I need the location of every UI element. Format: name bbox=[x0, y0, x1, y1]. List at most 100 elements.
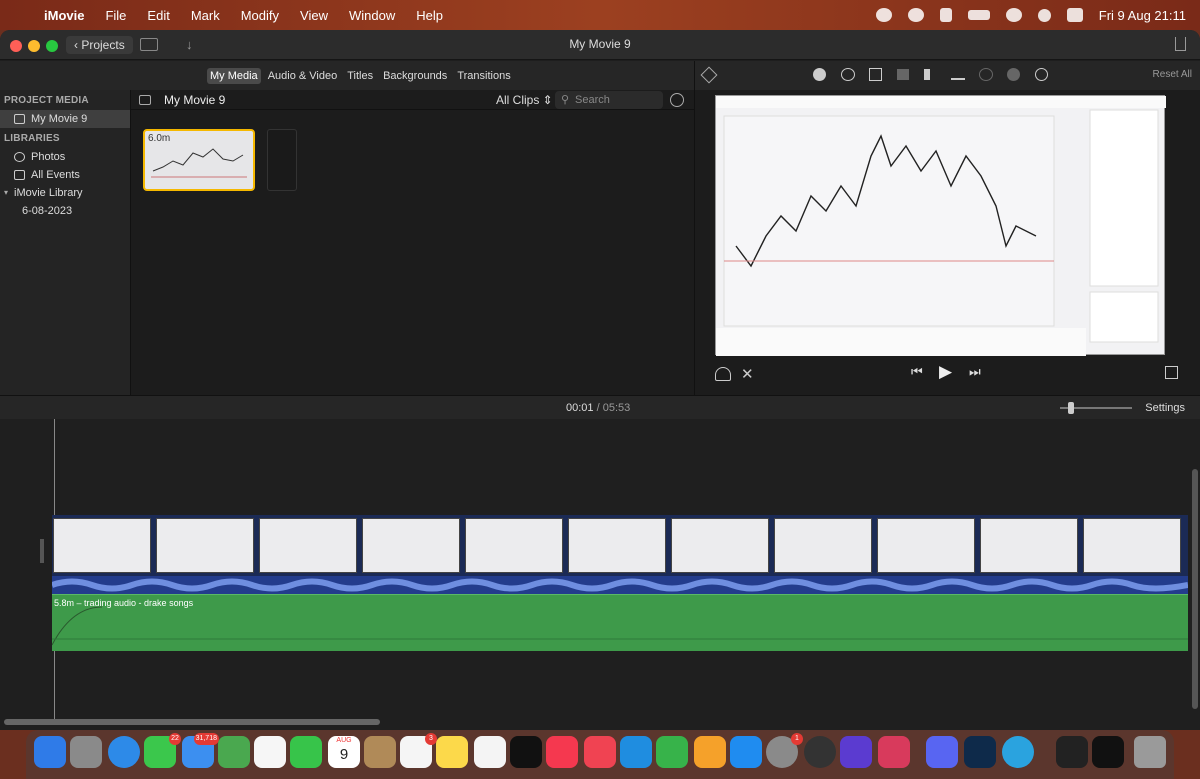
menu-mark[interactable]: Mark bbox=[191, 8, 220, 23]
music-audio-clip[interactable]: 5.8m – trading audio - drake songs bbox=[52, 594, 1188, 651]
wifi-icon[interactable] bbox=[1005, 8, 1022, 22]
media-clip-thumbnail[interactable]: 6.0m bbox=[143, 129, 255, 191]
maps-icon[interactable] bbox=[218, 736, 250, 768]
app-store-icon[interactable] bbox=[730, 736, 762, 768]
zoom-slider[interactable] bbox=[1060, 402, 1132, 414]
apple-tv-icon[interactable] bbox=[510, 736, 542, 768]
calendar-icon[interactable]: AUG 9 bbox=[328, 736, 360, 768]
contacts-icon[interactable] bbox=[364, 736, 396, 768]
info-icon[interactable] bbox=[1035, 68, 1048, 81]
photoshop-icon[interactable] bbox=[964, 736, 996, 768]
stabilization-icon[interactable] bbox=[897, 69, 909, 80]
speed-icon[interactable] bbox=[979, 68, 993, 81]
tab-my-media[interactable]: My Media bbox=[207, 68, 261, 84]
library-sidebar: PROJECT MEDIA My Movie 9 LIBRARIES Photo… bbox=[0, 90, 131, 395]
skip-back-icon[interactable]: ⏮ bbox=[911, 364, 923, 380]
media-clip-thumbnail-2[interactable] bbox=[267, 129, 297, 191]
news-icon[interactable] bbox=[584, 736, 616, 768]
airpods-icon[interactable] bbox=[939, 8, 952, 22]
clips-filter-select[interactable]: All Clips ⇕ bbox=[496, 93, 553, 107]
creative-cloud-icon[interactable] bbox=[907, 8, 924, 22]
menu-modify[interactable]: Modify bbox=[241, 8, 279, 23]
spotlight-icon[interactable] bbox=[1037, 8, 1051, 22]
zoom-slider-thumb[interactable] bbox=[1068, 402, 1074, 414]
freeform-icon[interactable] bbox=[474, 736, 506, 768]
color-correction-icon[interactable] bbox=[841, 68, 855, 81]
noise-reduction-icon[interactable] bbox=[951, 69, 965, 80]
project-media-header: PROJECT MEDIA bbox=[4, 95, 89, 106]
photos-app-icon[interactable] bbox=[254, 736, 286, 768]
reminders-icon[interactable]: 3 bbox=[400, 733, 437, 768]
safari-icon[interactable] bbox=[108, 736, 140, 768]
music-icon[interactable] bbox=[546, 736, 578, 768]
launchpad-icon[interactable] bbox=[70, 736, 102, 768]
control-center-icon[interactable] bbox=[1066, 8, 1083, 22]
tab-titles[interactable]: Titles bbox=[344, 68, 376, 84]
reset-all-button[interactable]: Reset All bbox=[1153, 69, 1192, 80]
menu-edit[interactable]: Edit bbox=[147, 8, 169, 23]
crop-icon[interactable] bbox=[869, 68, 882, 81]
apple-menu-icon[interactable] bbox=[16, 7, 30, 23]
battery-icon[interactable] bbox=[967, 10, 990, 20]
play-icon[interactable]: ▶ bbox=[939, 362, 952, 382]
recent-screenshot-icon[interactable] bbox=[1092, 736, 1124, 768]
horizontal-scrollbar[interactable] bbox=[4, 719, 380, 725]
tab-audio-video[interactable]: Audio & Video bbox=[265, 68, 341, 84]
sidebar-item-event[interactable]: 6-08-2023 bbox=[0, 202, 130, 220]
notes-icon[interactable] bbox=[436, 736, 468, 768]
keynote-icon[interactable] bbox=[620, 736, 652, 768]
imovie-icon[interactable] bbox=[840, 736, 872, 768]
track-handle[interactable] bbox=[40, 539, 44, 563]
pages-icon[interactable] bbox=[694, 736, 726, 768]
menu-app-name[interactable]: iMovie bbox=[44, 8, 84, 23]
menu-help[interactable]: Help bbox=[416, 8, 443, 23]
video-audio-waveform bbox=[52, 576, 1188, 594]
timeline-settings-button[interactable]: Settings bbox=[1145, 402, 1185, 414]
media-toolbar: My Media Audio & Video Titles Background… bbox=[0, 61, 694, 90]
telegram-icon[interactable] bbox=[1002, 736, 1034, 768]
sidebar-item-project[interactable]: My Movie 9 bbox=[0, 110, 130, 128]
messages-icon[interactable]: 22 bbox=[144, 733, 181, 768]
video-track-clip[interactable] bbox=[52, 515, 1188, 576]
video-overlay-icon[interactable] bbox=[1007, 68, 1020, 81]
system-settings-icon[interactable]: 1 bbox=[766, 733, 803, 768]
volume-icon[interactable] bbox=[924, 69, 938, 80]
sidebar-item-library[interactable]: ▾ iMovie Library bbox=[0, 184, 130, 202]
menu-view[interactable]: View bbox=[300, 8, 328, 23]
magic-wand-icon[interactable] bbox=[700, 66, 718, 84]
reject-icon[interactable]: ✕ bbox=[741, 365, 754, 383]
menu-bar: iMovie File Edit Mark Modify View Window… bbox=[0, 0, 1200, 30]
video-frame-thumbnail bbox=[259, 518, 357, 573]
favorite-heart-icon[interactable] bbox=[715, 367, 731, 381]
facetime-icon[interactable] bbox=[290, 736, 322, 768]
gear-icon[interactable] bbox=[670, 93, 684, 107]
skip-forward-icon[interactable]: ⏭ bbox=[969, 364, 981, 380]
title-bar: ‹ Projects ↓ My Movie 9 bbox=[0, 30, 1200, 60]
video-frame-thumbnail bbox=[1083, 518, 1181, 573]
share-icon[interactable] bbox=[1175, 37, 1186, 51]
menu-file[interactable]: File bbox=[105, 8, 126, 23]
menubar-clock[interactable]: Fri 9 Aug 21:11 bbox=[1099, 8, 1186, 23]
search-input[interactable]: ⚲ Search bbox=[555, 91, 663, 109]
numbers-icon[interactable] bbox=[656, 736, 688, 768]
fullscreen-icon[interactable] bbox=[1165, 366, 1178, 379]
sidebar-item-all-events[interactable]: All Events bbox=[0, 166, 130, 184]
sidebar-toggle-icon[interactable] bbox=[139, 95, 151, 105]
finder-icon[interactable] bbox=[34, 736, 66, 768]
creative-cloud-app-icon[interactable] bbox=[878, 736, 910, 768]
vertical-scrollbar[interactable] bbox=[1192, 469, 1198, 709]
recent-document-icon[interactable] bbox=[1056, 736, 1088, 768]
menu-window[interactable]: Window bbox=[349, 8, 395, 23]
messages-badge: 22 bbox=[169, 733, 181, 745]
color-balance-icon[interactable] bbox=[813, 68, 826, 81]
video-preview-frame[interactable] bbox=[715, 95, 1166, 356]
trash-icon[interactable] bbox=[1134, 736, 1166, 768]
disclosure-triangle-icon[interactable]: ▾ bbox=[4, 184, 8, 202]
discord-icon[interactable] bbox=[926, 736, 958, 768]
tab-transitions[interactable]: Transitions bbox=[454, 68, 513, 84]
screen-record-icon[interactable] bbox=[875, 8, 892, 22]
obs-icon[interactable] bbox=[804, 736, 836, 768]
tab-backgrounds[interactable]: Backgrounds bbox=[380, 68, 450, 84]
mail-icon[interactable]: 31,718 bbox=[182, 733, 219, 768]
sidebar-item-photos[interactable]: Photos bbox=[0, 148, 130, 166]
